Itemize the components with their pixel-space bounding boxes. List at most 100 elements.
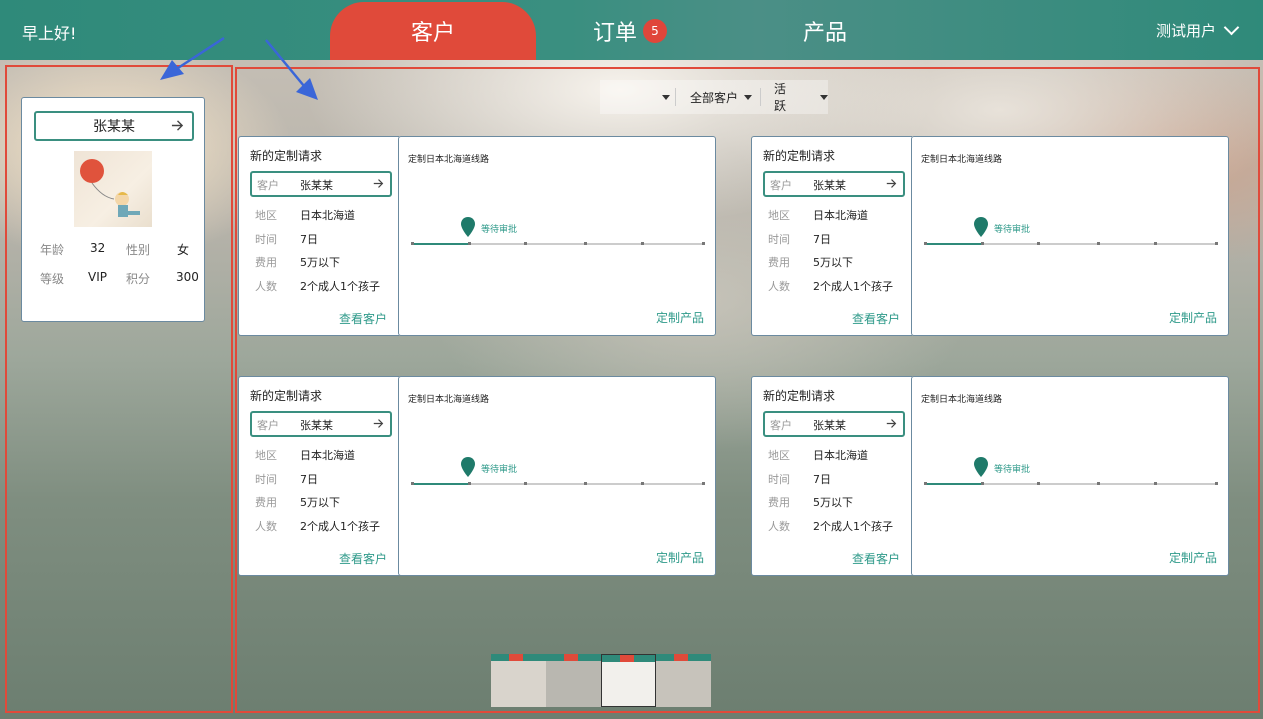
progress-track xyxy=(924,242,1218,245)
region-label: 地区 xyxy=(255,449,277,462)
request-card-details: 新的定制请求 客户 张某某 地区 日本北海道 时间 7日 费用 5万以下 人数 … xyxy=(751,136,912,336)
region-value: 日本北海道 xyxy=(300,449,355,462)
request-card: 新的定制请求 客户 张某某 地区 日本北海道 时间 7日 费用 5万以下 人数 … xyxy=(751,136,1229,336)
tab-orders[interactable]: 订单 5 xyxy=(560,2,700,60)
cost-label: 费用 xyxy=(255,496,277,509)
customer-label: 客户 xyxy=(770,179,792,192)
region-value: 日本北海道 xyxy=(300,209,355,222)
custom-product-link[interactable]: 定制产品 xyxy=(1169,309,1217,326)
arrow-right-icon xyxy=(171,120,184,131)
request-card-progress-panel: 定制日本北海道线路 等待审批 定制产品 xyxy=(398,376,716,576)
request-card-progress-panel: 定制日本北海道线路 等待审批 定制产品 xyxy=(398,136,716,336)
time-value: 7日 xyxy=(813,473,831,486)
cost-label: 费用 xyxy=(768,496,790,509)
progress-step xyxy=(981,482,984,485)
cost-value: 5万以下 xyxy=(813,496,853,509)
greeting-text: 早上好! xyxy=(22,24,77,43)
tab-customer[interactable]: 客户 xyxy=(330,2,536,60)
status-badge: 等待审批 xyxy=(481,465,518,475)
request-card: 新的定制请求 客户 张某某 地区 日本北海道 时间 7日 费用 5万以下 人数 … xyxy=(751,376,1229,576)
custom-product-link[interactable]: 定制产品 xyxy=(656,549,704,566)
progress-step xyxy=(641,482,644,485)
people-value: 2个成人1个孩子 xyxy=(813,280,893,293)
region-row: 地区 日本北海道 xyxy=(768,207,868,223)
thumbnail-1[interactable] xyxy=(491,654,546,707)
customer-profile-card: 张某某 年龄 32 性别 女 等级 VIP 积分 300 xyxy=(21,97,205,322)
customer-link-button[interactable]: 客户 张某某 xyxy=(763,411,905,437)
cost-row: 费用 5万以下 xyxy=(768,254,853,270)
people-row: 人数 2个成人1个孩子 xyxy=(768,278,893,294)
points-label: 积分 xyxy=(126,272,151,286)
cost-value: 5万以下 xyxy=(300,496,340,509)
arrow-right-icon xyxy=(886,179,897,188)
thumbnail-3[interactable] xyxy=(601,654,656,707)
request-card-details: 新的定制请求 客户 张某某 地区 日本北海道 时间 7日 费用 5万以下 人数 … xyxy=(238,136,399,336)
progress-step xyxy=(702,482,705,485)
customer-value: 张某某 xyxy=(813,419,846,432)
request-card-progress-panel: 定制日本北海道线路 等待审批 定制产品 xyxy=(911,376,1229,576)
status-badge: 等待审批 xyxy=(994,225,1031,235)
view-customer-link[interactable]: 查看客户 xyxy=(852,310,900,327)
avatar xyxy=(74,151,152,227)
time-row: 时间 7日 xyxy=(768,231,831,247)
cost-row: 费用 5万以下 xyxy=(255,494,340,510)
thumbnail-2[interactable] xyxy=(546,654,601,707)
tab-products[interactable]: 产品 xyxy=(760,2,890,60)
view-customer-link[interactable]: 查看客户 xyxy=(339,550,387,567)
route-title: 定制日本北海道线路 xyxy=(921,395,1003,405)
customer-link-button[interactable]: 客户 张某某 xyxy=(250,411,392,437)
progress-step xyxy=(524,482,527,485)
filter-divider xyxy=(675,88,676,106)
filter-status-dropdown[interactable]: 活跃 xyxy=(774,80,828,114)
customer-link-button[interactable]: 客户 张某某 xyxy=(250,171,392,197)
progress-step xyxy=(411,482,414,485)
points-value: 300 xyxy=(176,270,199,284)
user-menu[interactable]: 测试用户 xyxy=(1156,19,1240,41)
progress-step xyxy=(468,482,471,485)
filter-first-dropdown[interactable] xyxy=(608,80,670,114)
customer-link-button[interactable]: 客户 张某某 xyxy=(763,171,905,197)
level-value: VIP xyxy=(88,270,107,284)
progress-step xyxy=(468,242,471,245)
progress-step xyxy=(1215,482,1218,485)
orders-count-badge: 5 xyxy=(643,19,667,43)
cost-row: 费用 5万以下 xyxy=(768,494,853,510)
filter-scope-value: 全部客户 xyxy=(690,90,739,105)
custom-product-link[interactable]: 定制产品 xyxy=(1169,549,1217,566)
progress-step xyxy=(584,482,587,485)
progress-step xyxy=(702,242,705,245)
region-value: 日本北海道 xyxy=(813,209,868,222)
time-label: 时间 xyxy=(255,233,277,246)
age-value: 32 xyxy=(90,241,106,255)
progress-fill xyxy=(411,243,469,245)
progress-step xyxy=(1097,242,1100,245)
time-row: 时间 7日 xyxy=(768,471,831,487)
time-label: 时间 xyxy=(768,473,790,486)
progress-step xyxy=(1037,242,1040,245)
view-customer-link[interactable]: 查看客户 xyxy=(852,550,900,567)
people-label: 人数 xyxy=(255,520,277,533)
progress-step xyxy=(411,242,414,245)
progress-step xyxy=(1097,482,1100,485)
region-label: 地区 xyxy=(768,209,790,222)
customer-name-button[interactable]: 张某某 xyxy=(34,111,194,141)
custom-product-link[interactable]: 定制产品 xyxy=(656,309,704,326)
view-customer-link[interactable]: 查看客户 xyxy=(339,310,387,327)
route-title: 定制日本北海道线路 xyxy=(408,395,490,405)
caret-down-icon xyxy=(744,94,753,100)
location-pin-icon xyxy=(461,217,475,237)
filter-scope-dropdown[interactable]: 全部客户 xyxy=(690,80,753,114)
progress-step xyxy=(524,242,527,245)
people-row: 人数 2个成人1个孩子 xyxy=(255,278,380,294)
progress-step xyxy=(1154,482,1157,485)
progress-track xyxy=(411,242,705,245)
top-bar: 早上好! 客户 订单 5 产品 测试用户 xyxy=(0,0,1263,60)
time-row: 时间 7日 xyxy=(255,471,318,487)
request-card-title: 新的定制请求 xyxy=(763,149,836,163)
time-value: 7日 xyxy=(300,473,318,486)
region-row: 地区 日本北海道 xyxy=(255,447,355,463)
thumbnail-4[interactable] xyxy=(656,654,711,707)
level-label: 等级 xyxy=(40,272,65,286)
customer-value: 张某某 xyxy=(300,419,333,432)
progress-track xyxy=(924,482,1218,485)
